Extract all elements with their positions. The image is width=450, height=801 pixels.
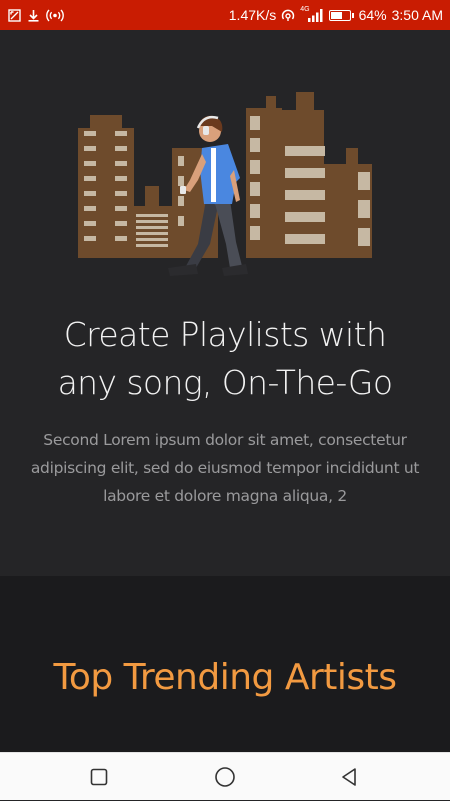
- screenshot-icon: [8, 8, 21, 22]
- network-speed: 1.47K/s: [228, 7, 277, 23]
- battery-fill: [330, 11, 343, 19]
- home-icon: [215, 767, 235, 787]
- data-sync-icon: [281, 8, 295, 22]
- battery-body: [328, 9, 351, 21]
- slide-description: Second Lorem ipsum dolor sit amet, conse…: [30, 431, 420, 505]
- building-left-top: [90, 115, 122, 129]
- building-low-top: [145, 186, 159, 208]
- back-button[interactable]: [319, 753, 379, 801]
- headline-line-1: Create Playlists with: [63, 315, 387, 354]
- back-icon: [342, 768, 356, 786]
- hotspot-icon: [46, 9, 64, 22]
- recent-apps-button[interactable]: [69, 753, 129, 801]
- battery-tip: [351, 12, 354, 18]
- recent-apps-icon: [90, 768, 108, 786]
- system-nav-bar: [0, 752, 450, 800]
- status-right-group: 1.47K/s 4G 64% 3:50 AM: [224, 5, 443, 24]
- network-type: 4G: [300, 5, 310, 13]
- slide-headline: Create Playlists with any song, On-The-G…: [20, 311, 430, 407]
- building-right-a-top: [266, 96, 276, 110]
- headline-line-2: any song, On-The-Go: [57, 363, 393, 402]
- status-bar: 1.47K/s 4G 64% 3:50 AM: [0, 0, 450, 30]
- trending-artists-title: Top Trending Artists: [53, 657, 397, 698]
- signal-icon: 4G: [300, 5, 323, 22]
- battery-icon: [328, 9, 354, 21]
- trending-artists-section: Top Trending Artists: [0, 576, 450, 752]
- battery-percent: 64%: [358, 7, 387, 23]
- home-button[interactable]: [195, 753, 255, 801]
- clock: 3:50 AM: [391, 7, 443, 23]
- status-left-group: [8, 8, 70, 22]
- building-right-c-top: [346, 148, 358, 166]
- city-walker-illustration: [78, 92, 372, 276]
- download-icon: [27, 9, 40, 22]
- building-right-b-top: [296, 92, 314, 112]
- onboarding-slide[interactable]: Create Playlists with any song, On-The-G…: [0, 30, 450, 576]
